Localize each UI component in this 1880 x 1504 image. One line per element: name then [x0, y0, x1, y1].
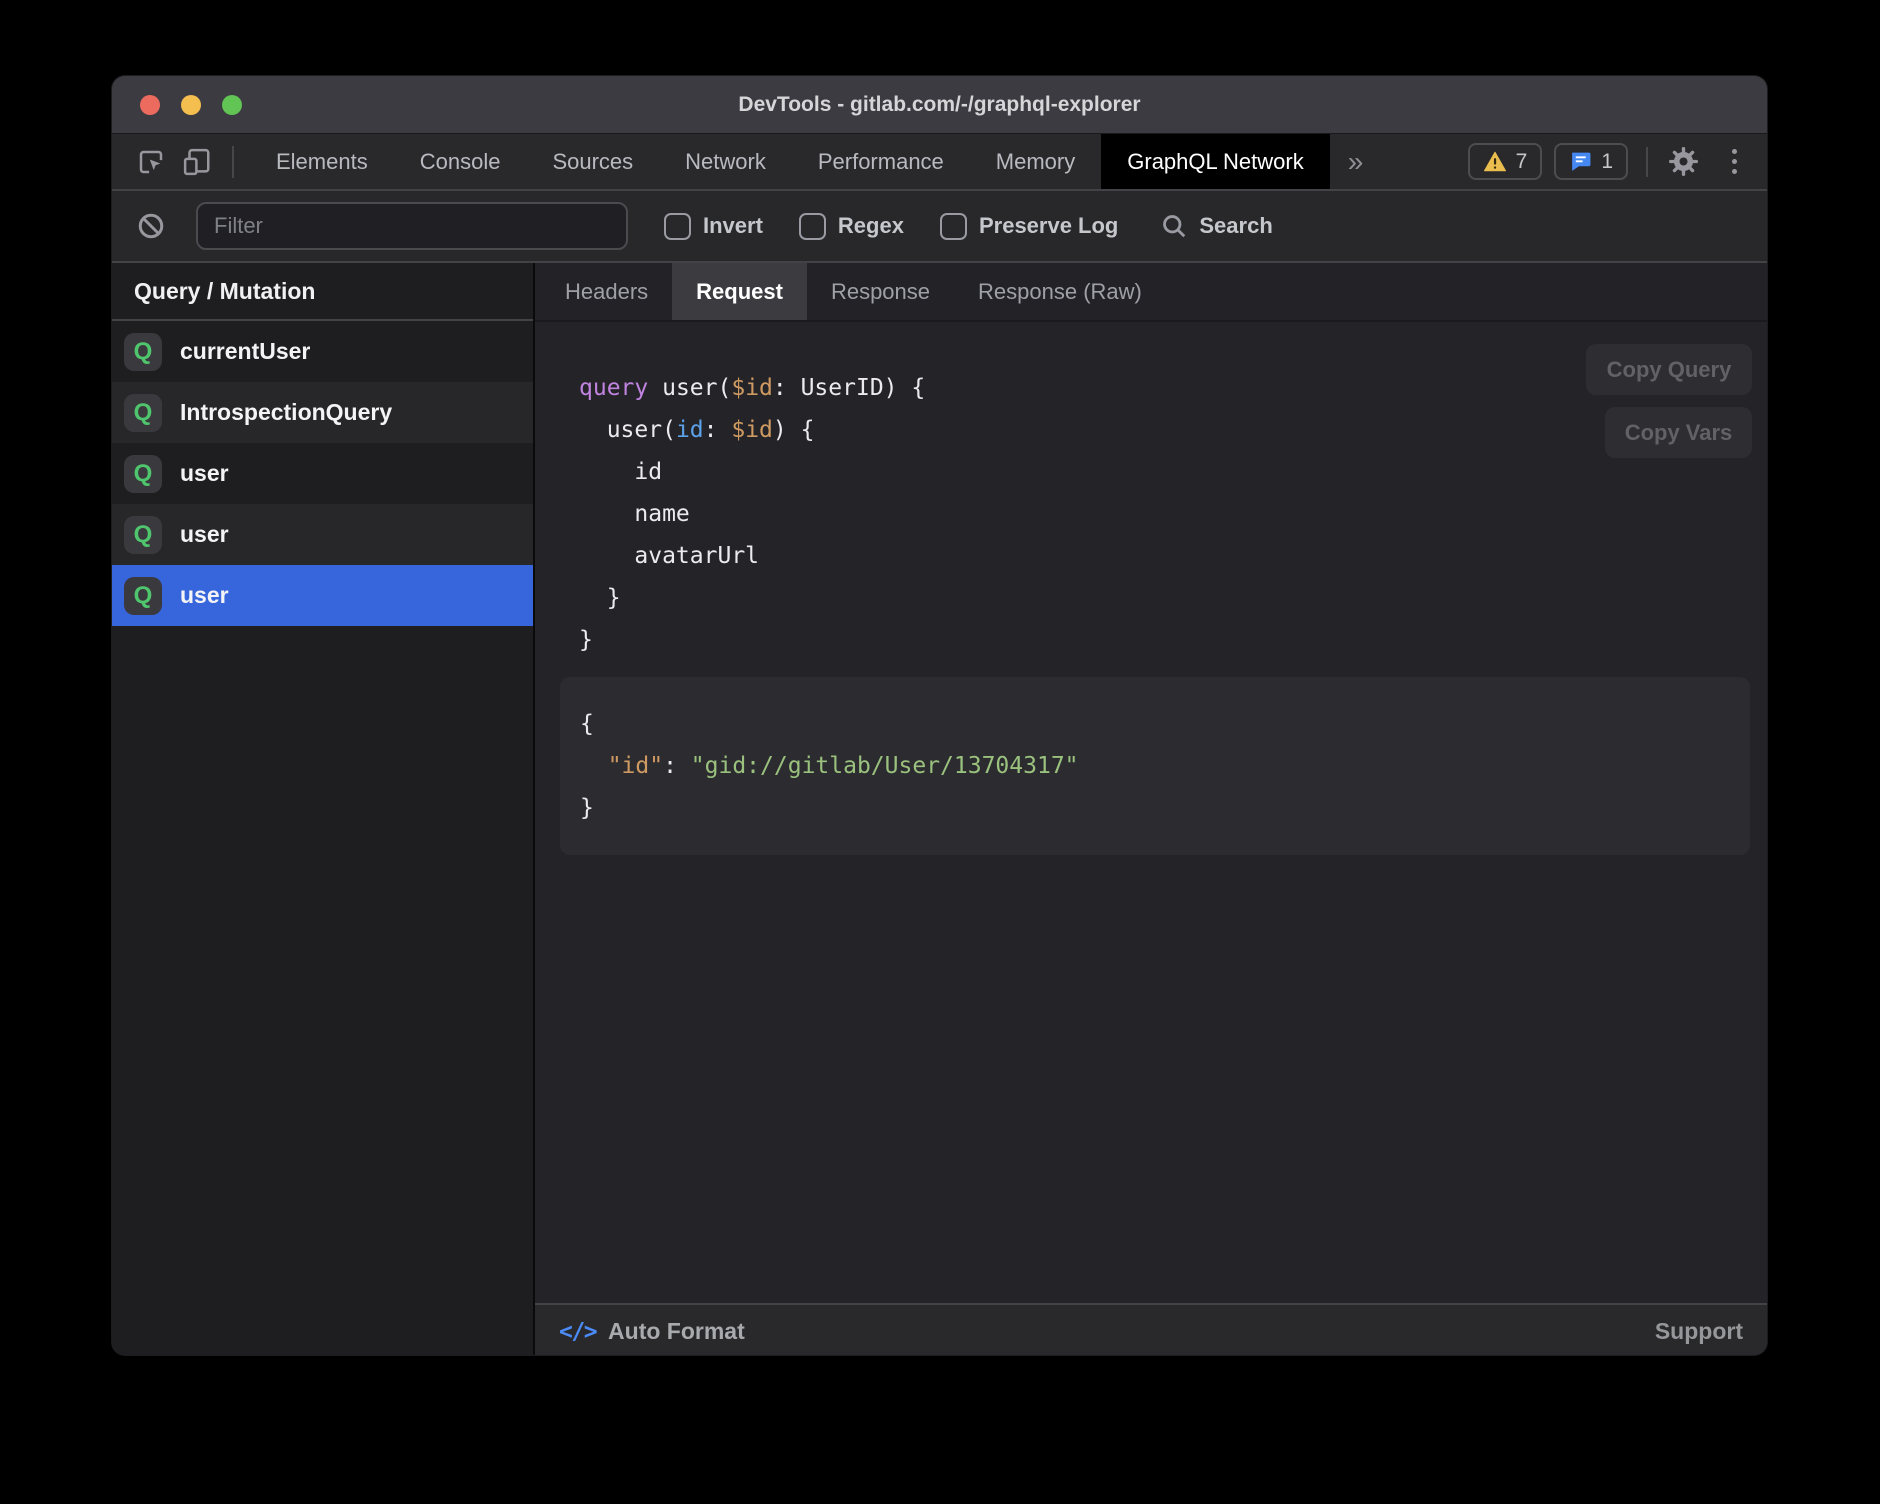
minimize-window-button[interactable]: [181, 95, 201, 115]
query-type-badge: Q: [124, 516, 162, 554]
devtools-toolbar: ElementsConsoleSourcesNetworkPerformance…: [112, 134, 1767, 191]
query-list-item[interactable]: Q IntrospectionQuery: [112, 382, 533, 443]
traffic-lights: [140, 76, 242, 133]
support-link[interactable]: Support: [1649, 1317, 1749, 1346]
toolbar-right-group: 7 1: [1468, 134, 1767, 189]
detail-tab[interactable]: Response: [807, 263, 954, 320]
toolbar-tab[interactable]: Elements: [250, 134, 394, 189]
query-name: currentUser: [180, 338, 310, 365]
toolbar-tab[interactable]: Console: [394, 134, 527, 189]
toolbar-tab[interactable]: GraphQL Network: [1101, 134, 1329, 189]
search-icon: [1160, 212, 1188, 240]
search-label: Search: [1199, 213, 1272, 239]
query-sidebar: Query / Mutation Q currentUser Q Introsp…: [112, 263, 535, 1355]
query-variables-panel: { "id": "gid://gitlab/User/13704317"}: [560, 677, 1750, 855]
filter-input[interactable]: [196, 202, 628, 250]
query-type-badge: Q: [124, 333, 162, 371]
query-list-item[interactable]: Q currentUser: [112, 321, 533, 382]
messages-icon: [1569, 150, 1592, 173]
code-brackets-icon: </>: [559, 1319, 596, 1345]
window-titlebar[interactable]: DevTools - gitlab.com/-/graphql-explorer: [112, 76, 1767, 134]
menu-icon[interactable]: [1724, 149, 1745, 174]
search-toggle[interactable]: Search: [1160, 212, 1272, 240]
detail-footer: </> Auto Format Support: [535, 1303, 1767, 1355]
query-type-badge: Q: [124, 394, 162, 432]
filter-checkbox[interactable]: Regex: [799, 213, 904, 240]
query-list-item[interactable]: Q user: [112, 504, 533, 565]
devtools-window: DevTools - gitlab.com/-/graphql-explorer…: [112, 76, 1767, 1355]
copy-query-button[interactable]: Copy Query: [1586, 344, 1752, 395]
query-list: Q currentUser Q IntrospectionQuery Q use…: [112, 321, 533, 626]
toolbar-separator: [1646, 147, 1648, 177]
console-warnings-badge[interactable]: 7: [1468, 143, 1543, 180]
block-icon[interactable]: [134, 211, 168, 241]
console-messages-badge[interactable]: 1: [1554, 143, 1628, 180]
detail-tab[interactable]: Response (Raw): [954, 263, 1166, 320]
query-list-item[interactable]: Q user: [112, 565, 533, 626]
copy-vars-button[interactable]: Copy Vars: [1605, 407, 1752, 458]
toolbar-tab[interactable]: Sources: [526, 134, 659, 189]
toolbar-tab[interactable]: Memory: [970, 134, 1101, 189]
checkbox-box[interactable]: [940, 213, 967, 240]
query-list-item[interactable]: Q user: [112, 443, 533, 504]
query-name: user: [180, 582, 229, 609]
more-tabs-icon[interactable]: »: [1330, 134, 1382, 189]
zoom-window-button[interactable]: [222, 95, 242, 115]
messages-count: 1: [1601, 150, 1613, 174]
close-window-button[interactable]: [140, 95, 160, 115]
device-toolbar-icon[interactable]: [180, 134, 214, 189]
checkbox-label: Preserve Log: [979, 213, 1118, 239]
query-type-badge: Q: [124, 577, 162, 615]
checkbox-label: Invert: [703, 213, 763, 239]
query-name: user: [180, 460, 229, 487]
request-tab-content: query user($id: UserID) { user(id: $id) …: [535, 322, 1767, 1303]
detail-tab-bar: HeadersRequestResponseResponse (Raw): [535, 263, 1767, 322]
inspect-element-icon[interactable]: [134, 134, 168, 189]
request-detail-panel: HeadersRequestResponseResponse (Raw) × q…: [535, 263, 1767, 1355]
checkbox-box[interactable]: [799, 213, 826, 240]
warning-count: 7: [1516, 150, 1528, 174]
filter-checkbox[interactable]: Invert: [664, 213, 763, 240]
auto-format-button[interactable]: </> Auto Format: [553, 1317, 751, 1346]
main-area: Query / Mutation Q currentUser Q Introsp…: [112, 263, 1767, 1355]
query-name: user: [180, 521, 229, 548]
warning-icon: [1483, 151, 1507, 172]
checkbox-label: Regex: [838, 213, 904, 239]
filter-checkboxes: Invert Regex Preserve Log: [628, 213, 1118, 240]
detail-tab[interactable]: Request: [672, 263, 807, 320]
toolbar-tab[interactable]: Network: [659, 134, 792, 189]
query-type-badge: Q: [124, 455, 162, 493]
auto-format-label: Auto Format: [608, 1318, 745, 1345]
network-filter-bar: Invert Regex Preserve Log Search: [112, 191, 1767, 263]
checkbox-box[interactable]: [664, 213, 691, 240]
settings-icon[interactable]: [1666, 146, 1700, 177]
query-variables-code: { "id": "gid://gitlab/User/13704317"}: [580, 703, 1750, 829]
filter-checkbox[interactable]: Preserve Log: [940, 213, 1118, 240]
graphql-query-code: query user($id: UserID) { user(id: $id) …: [579, 367, 1767, 661]
detail-tab[interactable]: Headers: [541, 263, 672, 320]
toolbar-tab[interactable]: Performance: [792, 134, 970, 189]
query-name: IntrospectionQuery: [180, 399, 392, 426]
sidebar-header: Query / Mutation: [112, 263, 533, 321]
window-title: DevTools - gitlab.com/-/graphql-explorer: [738, 93, 1140, 117]
toolbar-separator: [232, 146, 234, 178]
panel-tab-bar: ElementsConsoleSourcesNetworkPerformance…: [250, 134, 1330, 189]
